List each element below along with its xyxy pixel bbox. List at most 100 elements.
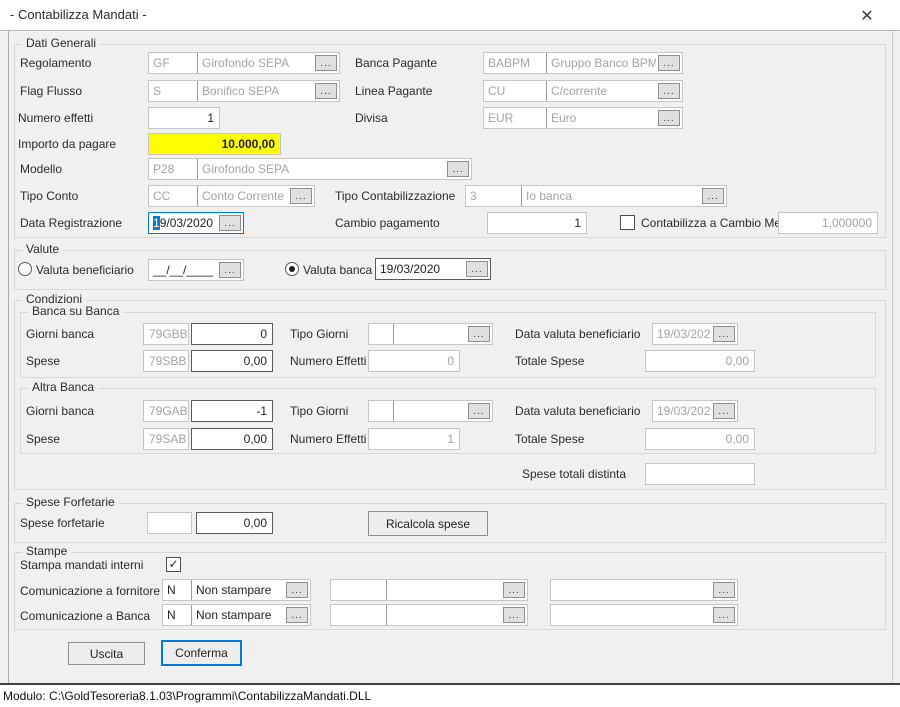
ab-totale-spese-label: Totale Spese (515, 428, 584, 450)
importo-da-pagare-field[interactable]: 10.000,00 (148, 133, 281, 155)
ab-giorni-banca-label: Giorni banca (26, 400, 94, 422)
comunicazione-fornitore-extra-field[interactable]: ... (330, 579, 528, 601)
data-registrazione-calendar-button[interactable]: ... (219, 215, 241, 231)
ab-tipo-giorni-label: Tipo Giorni (290, 400, 348, 422)
uscita-button[interactable]: Uscita (68, 642, 145, 665)
cambio-medio-value-field[interactable]: 1,000000 (778, 212, 878, 234)
ab-giorni-banca-field[interactable]: -1 (191, 400, 273, 422)
modello-lookup-button[interactable]: ... (447, 161, 469, 177)
tipo-conto-code: CC (149, 186, 197, 206)
data-registrazione-field[interactable]: 19/03/2020 ... (148, 212, 244, 234)
modello-field[interactable]: P28 Girofondo SEPA ... (148, 158, 472, 180)
ab-data-valuta-field[interactable]: 19/03/2020 ... (652, 400, 738, 422)
comunicazione-banca-extra-lookup-button[interactable]: ... (503, 607, 525, 623)
group-spese-forfetarie-legend: Spese Forfetarie (22, 495, 119, 509)
ab-tipo-giorni-field[interactable]: ... (368, 400, 493, 422)
comunicazione-fornitore-extra2-lookup-button[interactable]: ... (713, 582, 735, 598)
ab-numero-effetti-label: Numero Effetti (290, 428, 366, 450)
cambio-medio-checkbox[interactable] (620, 215, 635, 230)
linea-pagante-desc: C/corrente (546, 81, 656, 101)
valuta-beneficiario-field[interactable]: __/__/____ ... (148, 259, 244, 281)
bsb-data-valuta-calendar-button[interactable]: ... (713, 326, 735, 342)
regolamento-lookup-button[interactable]: ... (315, 55, 337, 71)
numero-effetti-field[interactable]: 1 (148, 107, 220, 129)
tipo-contabilizzazione-code: 3 (466, 186, 521, 206)
data-registrazione-label: Data Registrazione (20, 212, 122, 234)
ab-data-valuta-calendar-button[interactable]: ... (713, 403, 735, 419)
stampa-mandati-interni-checkbox[interactable]: ✓ (166, 557, 181, 572)
comunicazione-fornitore-extra-lookup-button[interactable]: ... (503, 582, 525, 598)
ab-spese-field[interactable]: 0,00 (191, 428, 273, 450)
comunicazione-banca-lookup-button[interactable]: ... (286, 607, 308, 623)
valuta-beneficiario-radio[interactable] (18, 262, 32, 276)
spese-totali-distinta-label: Spese totali distinta (522, 463, 626, 485)
tipo-conto-label: Tipo Conto (20, 185, 78, 207)
comunicazione-fornitore-label: Comunicazione a fornitore (20, 580, 160, 602)
bsb-totale-spese-field: 0,00 (645, 350, 755, 372)
regolamento-label: Regolamento (20, 52, 91, 74)
valuta-banca-radio[interactable] (285, 262, 299, 276)
bsb-spese-label: Spese (26, 350, 60, 372)
ricalcola-spese-button[interactable]: Ricalcola spese (368, 511, 488, 536)
linea-pagante-field[interactable]: CU C/corrente ... (483, 80, 683, 102)
bsb-tipo-giorni-code (369, 324, 393, 344)
ab-spese-label: Spese (26, 428, 60, 450)
valuta-banca-calendar-button[interactable]: ... (466, 261, 488, 277)
flag-flusso-field[interactable]: S Bonifico SEPA ... (148, 80, 340, 102)
tipo-conto-lookup-button[interactable]: ... (290, 188, 312, 204)
data-registrazione-value: 19/03/2020 (149, 213, 217, 233)
comunicazione-fornitore-lookup-button[interactable]: ... (286, 582, 308, 598)
spese-totali-distinta-field[interactable] (645, 463, 755, 485)
group-dati-generali: Dati Generali (14, 44, 886, 238)
ab-tipo-giorni-lookup-button[interactable]: ... (468, 403, 490, 419)
window-title: - Contabilizza Mandati - (10, 0, 147, 30)
comunicazione-banca-extra-field[interactable]: ... (330, 604, 528, 626)
linea-pagante-lookup-button[interactable]: ... (658, 83, 680, 99)
bsb-spese-code: 79SBB (143, 350, 189, 372)
bsb-tipo-giorni-lookup-button[interactable]: ... (468, 326, 490, 342)
bsb-tipo-giorni-label: Tipo Giorni (290, 323, 348, 345)
spese-forfetarie-value-field[interactable]: 0,00 (196, 512, 273, 534)
tipo-contabilizzazione-label: Tipo Contabilizzazione (335, 185, 455, 207)
divisa-desc: Euro (546, 108, 656, 128)
linea-pagante-code: CU (484, 81, 546, 101)
valuta-banca-value: 19/03/2020 (376, 259, 464, 279)
banca-pagante-lookup-button[interactable]: ... (658, 55, 680, 71)
valuta-beneficiario-calendar-button[interactable]: ... (219, 262, 241, 278)
ab-data-valuta-label: Data valuta beneficiario (515, 400, 640, 422)
comunicazione-fornitore-extra2-field[interactable]: ... (550, 579, 738, 601)
stampa-mandati-interni-label: Stampa mandati interni (20, 554, 143, 576)
divisa-lookup-button[interactable]: ... (658, 110, 680, 126)
cambio-pagamento-field[interactable]: 1 (487, 212, 587, 234)
bsb-tipo-giorni-field[interactable]: ... (368, 323, 493, 345)
divisa-label: Divisa (355, 107, 388, 129)
comunicazione-banca-extra2-lookup-button[interactable]: ... (713, 607, 735, 623)
regolamento-field[interactable]: GF Girofondo SEPA ... (148, 52, 340, 74)
group-altra-banca-legend: Altra Banca (28, 380, 98, 394)
close-icon[interactable]: ✕ (853, 3, 881, 28)
ab-tipo-giorni-desc (393, 401, 466, 421)
bsb-numero-effetti-label: Numero Effetti (290, 350, 366, 372)
spese-forfetarie-code-field[interactable] (147, 512, 192, 534)
banca-pagante-label: Banca Pagante (355, 52, 437, 74)
comunicazione-fornitore-field[interactable]: N Non stampare ... (162, 579, 311, 601)
tipo-contabilizzazione-field[interactable]: 3 Io banca ... (465, 185, 727, 207)
comunicazione-banca-field[interactable]: N Non stampare ... (162, 604, 311, 626)
bsb-data-valuta-field[interactable]: 19/03/2020 ... (652, 323, 738, 345)
comunicazione-fornitore-code: N (163, 580, 191, 600)
ab-totale-spese-field: 0,00 (645, 428, 755, 450)
tipo-conto-field[interactable]: CC Conto Corrente ... (148, 185, 315, 207)
data-registrazione-rest: 9/03/2020 (160, 216, 213, 230)
divisa-field[interactable]: EUR Euro ... (483, 107, 683, 129)
window-right-border (892, 31, 893, 683)
valuta-banca-field[interactable]: 19/03/2020 ... (375, 258, 491, 280)
bsb-giorni-banca-field[interactable]: 0 (191, 323, 273, 345)
linea-pagante-label: Linea Pagante (355, 80, 432, 102)
flag-flusso-lookup-button[interactable]: ... (315, 83, 337, 99)
group-valute-legend: Valute (22, 242, 63, 256)
conferma-button[interactable]: Conferma (161, 640, 242, 666)
tipo-contabilizzazione-lookup-button[interactable]: ... (702, 188, 724, 204)
bsb-spese-field[interactable]: 0,00 (191, 350, 273, 372)
banca-pagante-field[interactable]: BABPM Gruppo Banco BPM ... (483, 52, 683, 74)
comunicazione-banca-extra2-field[interactable]: ... (550, 604, 738, 626)
